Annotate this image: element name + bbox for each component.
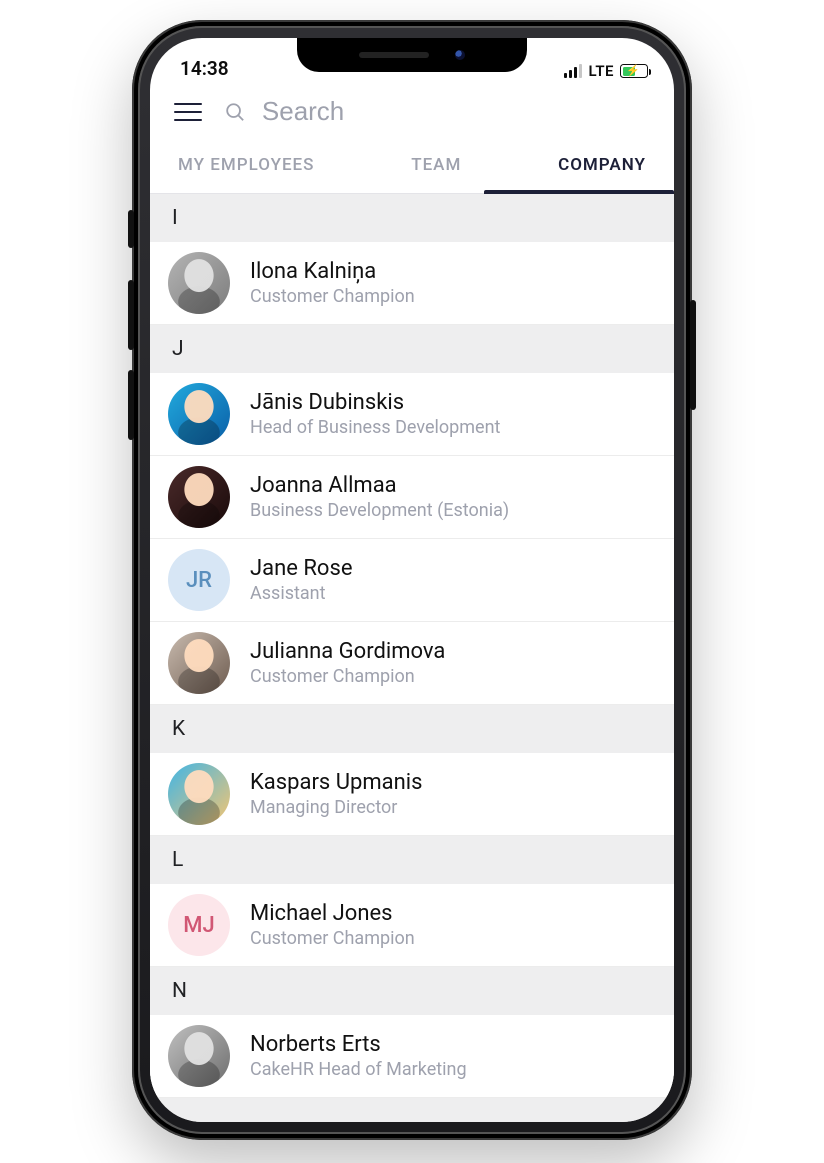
employee-row[interactable]: Ilona KalniņaCustomer Champion	[150, 242, 674, 325]
section-header: K	[150, 705, 674, 753]
employee-list[interactable]: IIlona KalniņaCustomer ChampionJJānis Du…	[150, 194, 674, 1122]
employee-row[interactable]: Julianna GordimovaCustomer Champion	[150, 622, 674, 705]
avatar	[168, 763, 230, 825]
tab-my-employees[interactable]: MY EMPLOYEES	[178, 155, 314, 193]
section-header: J	[150, 325, 674, 373]
employee-row[interactable]: Norberts ErtsCakeHR Head of Marketing	[150, 1015, 674, 1098]
search-input[interactable]	[262, 96, 654, 127]
battery-icon: ⚡	[620, 64, 648, 78]
employee-name: Michael Jones	[250, 901, 415, 926]
employee-title: Customer Champion	[250, 286, 415, 307]
tab-team[interactable]: TEAM	[411, 155, 461, 193]
employee-name: Jānis Dubinskis	[250, 390, 500, 415]
avatar: MJ	[168, 894, 230, 956]
employee-row[interactable]: Joanna AllmaaBusiness Development (Eston…	[150, 456, 674, 539]
search-icon	[224, 100, 246, 124]
tab-company[interactable]: COMPANY	[558, 155, 646, 193]
menu-button[interactable]	[174, 103, 202, 121]
employee-title: Customer Champion	[250, 928, 415, 949]
employee-title: Customer Champion	[250, 666, 445, 687]
status-time: 14:38	[180, 57, 229, 80]
employee-row[interactable]: MJ Michael JonesCustomer Champion	[150, 884, 674, 967]
employee-row[interactable]: Jānis DubinskisHead of Business Developm…	[150, 373, 674, 456]
section-header: N	[150, 967, 674, 1015]
employee-title: CakeHR Head of Marketing	[250, 1059, 467, 1080]
avatar	[168, 466, 230, 528]
employee-title: Head of Business Development	[250, 417, 500, 438]
employee-name: Norberts Erts	[250, 1032, 467, 1057]
employee-name: Ilona Kalniņa	[250, 259, 415, 284]
employee-name: Jane Rose	[250, 556, 353, 581]
employee-title: Managing Director	[250, 797, 422, 818]
tab-indicator	[484, 190, 674, 194]
tabs: MY EMPLOYEES TEAM COMPANY	[150, 143, 674, 194]
signal-icon	[564, 64, 582, 78]
employee-row[interactable]: Kaspars UpmanisManaging Director	[150, 753, 674, 836]
section-header: I	[150, 194, 674, 242]
employee-title: Assistant	[250, 583, 353, 604]
avatar	[168, 252, 230, 314]
network-label: LTE	[588, 62, 614, 80]
avatar	[168, 383, 230, 445]
employee-row[interactable]: JR Jane RoseAssistant	[150, 539, 674, 622]
employee-title: Business Development (Estonia)	[250, 500, 509, 521]
avatar	[168, 632, 230, 694]
employee-name: Kaspars Upmanis	[250, 770, 422, 795]
section-header: L	[150, 836, 674, 884]
employee-name: Julianna Gordimova	[250, 639, 445, 664]
employee-name: Joanna Allmaa	[250, 473, 509, 498]
avatar	[168, 1025, 230, 1087]
avatar: JR	[168, 549, 230, 611]
